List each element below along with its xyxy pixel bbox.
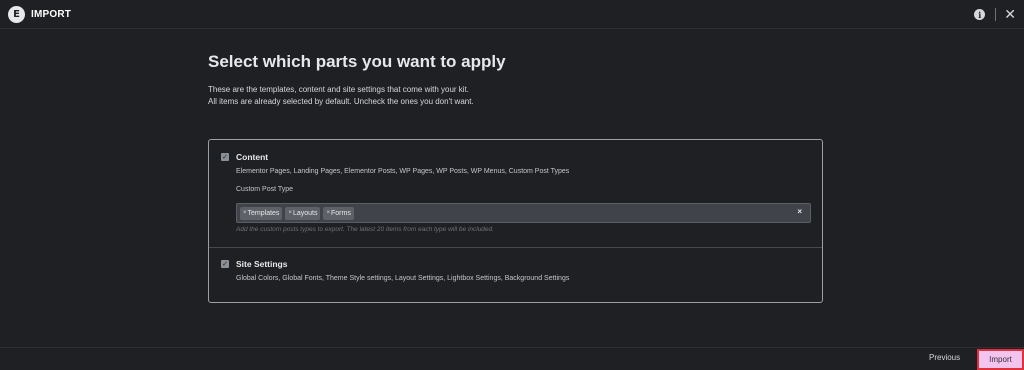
tag-label: Layouts [292, 209, 318, 217]
info-icon[interactable]: i [974, 9, 986, 20]
divider [995, 8, 997, 21]
content-section-description: Elementor Pages, Landing Pages, Elemento… [236, 168, 570, 175]
previous-button[interactable]: Previous [929, 353, 960, 362]
tag-chip-layouts: × Layouts [285, 206, 321, 220]
tag-label: Forms [330, 209, 351, 217]
custom-post-type-select[interactable]: × Templates × Layouts × Forms × [236, 203, 811, 223]
close-icon[interactable]: ✕ [1004, 8, 1016, 22]
custom-post-type-hint: Add the custom posts types to export. Th… [236, 226, 494, 233]
footer-bar: Previous Import [0, 347, 1024, 370]
kit-parts-panel: ✓ Content Elementor Pages, Landing Pages… [208, 139, 823, 303]
page-description: These are the templates, content and sit… [208, 84, 474, 107]
remove-tag-icon[interactable]: × [243, 210, 247, 216]
site-settings-section-description: Global Colors, Global Fonts, Theme Style… [236, 275, 570, 282]
page-title: Select which parts you want to apply [208, 52, 506, 71]
section-divider [209, 247, 822, 248]
clear-all-icon[interactable]: × [797, 207, 802, 216]
tag-chip-templates: × Templates [240, 206, 283, 220]
description-line: These are the templates, content and sit… [208, 85, 470, 94]
content-checkbox[interactable]: ✓ [221, 153, 229, 161]
top-bar: E IMPORT i ✕ [0, 0, 1024, 29]
elementor-logo-icon: E [8, 5, 25, 23]
app-title: IMPORT [31, 8, 72, 20]
site-settings-section-title: Site Settings [236, 259, 288, 269]
tag-chip-forms: × Forms [323, 206, 354, 220]
custom-post-type-label: Custom Post Type [236, 186, 294, 193]
site-settings-section-header: ✓ Site Settings [221, 259, 287, 269]
tag-label: Templates [247, 209, 280, 217]
content-section-header: ✓ Content [221, 152, 268, 162]
top-bar-actions: i ✕ [974, 0, 1016, 29]
site-settings-checkbox[interactable]: ✓ [221, 260, 229, 268]
description-line: All items are already selected by defaul… [208, 96, 474, 106]
remove-tag-icon[interactable]: × [288, 210, 292, 216]
content-section-title: Content [236, 152, 269, 162]
import-button[interactable]: Import [977, 349, 1024, 370]
remove-tag-icon[interactable]: × [326, 210, 330, 216]
